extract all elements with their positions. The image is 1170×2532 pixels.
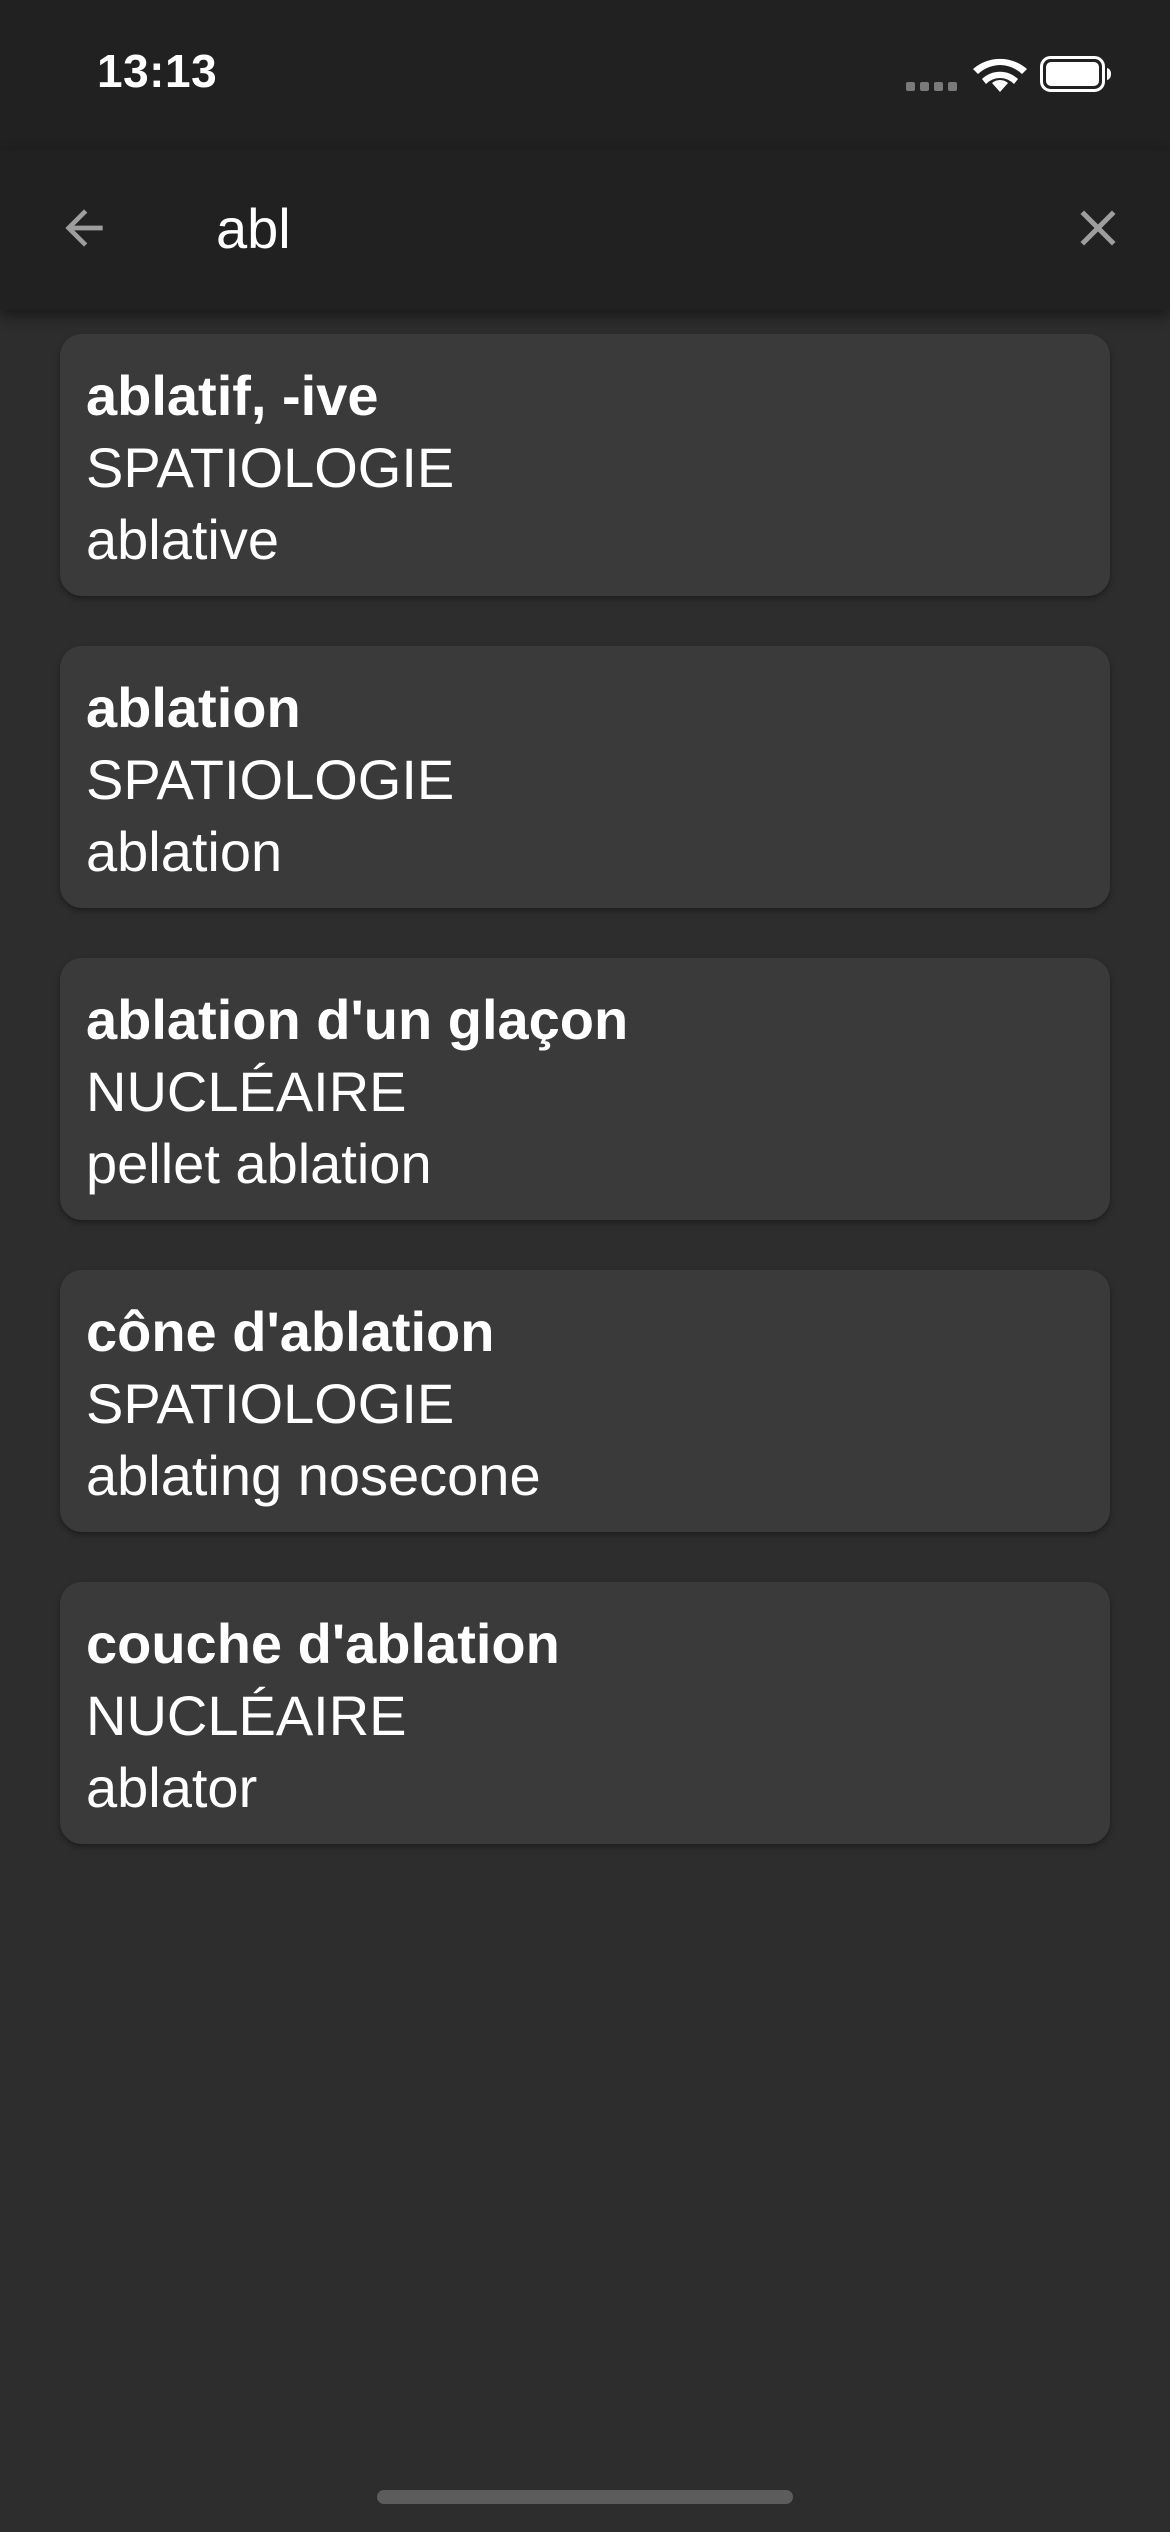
result-domain: SPATIOLOGIE [86, 748, 455, 811]
result-term: cône d'ablation [86, 1300, 495, 1363]
arrow-left-icon [65, 209, 103, 247]
result-domain: NUCLÉAIRE [86, 1060, 407, 1123]
status-bar: 13:13 [0, 0, 1170, 150]
result-translation: pellet ablation [86, 1132, 432, 1195]
result-domain: NUCLÉAIRE [86, 1684, 407, 1747]
close-icon [1080, 210, 1116, 246]
battery-icon [1040, 56, 1111, 92]
result-translation: ablating nosecone [86, 1444, 541, 1507]
result-term: ablation d'un glaçon [86, 988, 629, 1051]
wifi-icon [973, 58, 1027, 92]
result-card[interactable]: couche d'ablation NUCLÉAIRE ablator [60, 1582, 1110, 1844]
result-card[interactable]: ablatif, -ive SPATIOLOGIE ablative [60, 334, 1110, 596]
result-domain: SPATIOLOGIE [86, 436, 455, 499]
result-term: ablatif, -ive [86, 364, 379, 427]
result-term: couche d'ablation [86, 1612, 560, 1675]
status-time: 13:13 [97, 45, 218, 97]
result-domain: SPATIOLOGIE [86, 1372, 455, 1435]
results-list: ablatif, -ive SPATIOLOGIE ablative ablat… [60, 334, 1110, 1894]
clear-search-button[interactable] [1058, 188, 1138, 268]
home-indicator[interactable] [377, 2490, 793, 2504]
result-translation: ablative [86, 508, 280, 571]
result-translation: ablation [86, 820, 283, 883]
result-translation: ablator [86, 1756, 258, 1819]
result-term: ablation [86, 676, 301, 739]
result-card[interactable]: cône d'ablation SPATIOLOGIE ablating nos… [60, 1270, 1110, 1532]
result-card[interactable]: ablation d'un glaçon NUCLÉAIRE pellet ab… [60, 958, 1110, 1220]
search-app-bar [0, 150, 1170, 310]
result-card[interactable]: ablation SPATIOLOGIE ablation [60, 646, 1110, 908]
search-input[interactable] [216, 180, 1016, 276]
back-button[interactable] [44, 188, 124, 268]
cellular-signal-icon [906, 82, 958, 92]
